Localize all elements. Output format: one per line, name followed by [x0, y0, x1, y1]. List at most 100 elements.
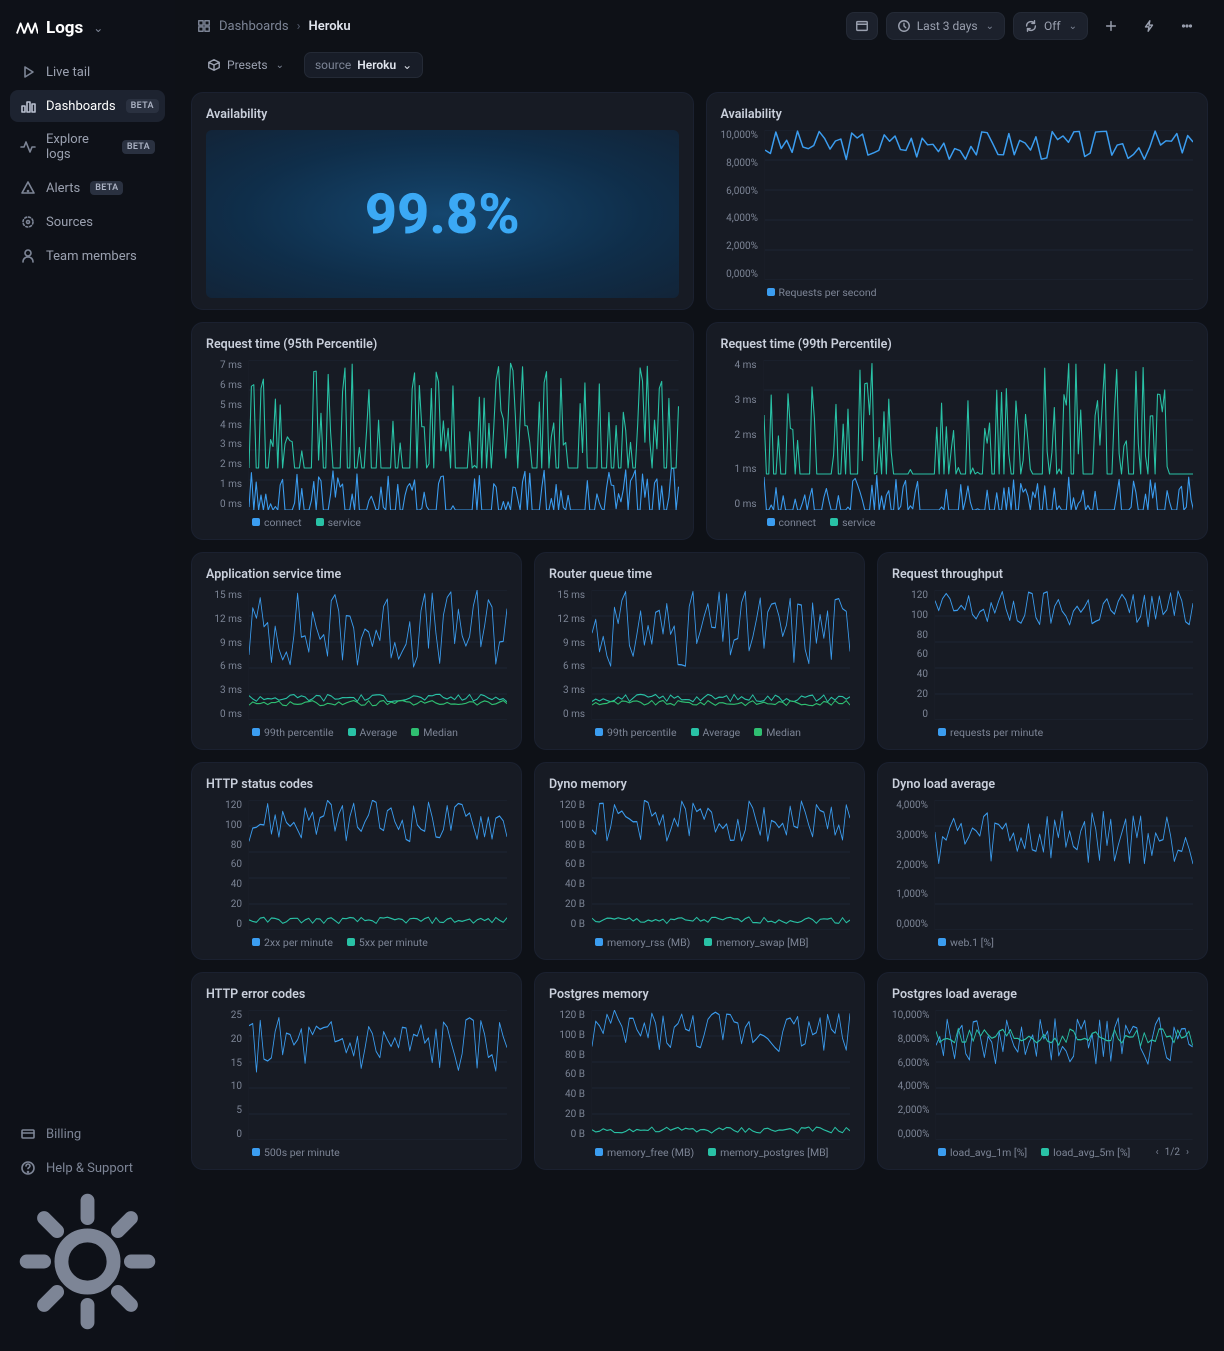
card-request-time-99[interactable]: Request time (99th Percentile) 4 ms3 ms2…: [706, 322, 1209, 540]
plot-area: [934, 590, 1193, 720]
sidebar-item-explore-logs[interactable]: Explore logs BETA: [10, 124, 165, 170]
refresh-label: Off: [1044, 19, 1061, 33]
legend: load_avg_1m [%]load_avg_5m [%] ‹ 1/2 ›: [892, 1146, 1193, 1159]
y-axis: 15 ms12 ms9 ms6 ms3 ms0 ms: [206, 590, 248, 720]
sidebar-item-dashboards[interactable]: Dashboards BETA: [10, 90, 165, 122]
chevron-right-icon[interactable]: ›: [1186, 1147, 1189, 1158]
card-request-time-95[interactable]: Request time (95th Percentile) 7 ms6 ms5…: [191, 322, 694, 540]
card-icon: [20, 1126, 36, 1142]
sidebar-item-sources[interactable]: Sources: [10, 206, 165, 238]
y-axis: 120100806040200: [206, 800, 248, 930]
page-indicator: 1/2: [1165, 1147, 1180, 1158]
plus-icon: [1104, 19, 1118, 33]
card-dyno-memory[interactable]: Dyno memory 120 B100 B80 B60 B40 B20 B0 …: [534, 762, 865, 960]
alert-icon: [20, 180, 36, 196]
card-availability-chart[interactable]: Availability 10,000%8,000%6,000%4,000%2,…: [706, 92, 1209, 310]
plot-area: [935, 1010, 1193, 1140]
sidebar-item-label: Help & Support: [46, 1161, 133, 1176]
time-range-button[interactable]: Last 3 days⌄: [886, 12, 1005, 40]
sidebar-item-label: Alerts: [46, 181, 80, 196]
theme-toggle[interactable]: [10, 1186, 165, 1341]
more-button[interactable]: [1172, 13, 1202, 39]
plot-area: [591, 1010, 850, 1140]
sidebar-item-billing[interactable]: Billing: [10, 1118, 165, 1150]
subbar: Presets ⌄ source Heroku ⌄: [175, 40, 1224, 92]
filter-key: source: [315, 58, 351, 72]
sidebar-item-help[interactable]: Help & Support: [10, 1152, 165, 1184]
chart: 15 ms12 ms9 ms6 ms3 ms0 ms: [206, 590, 507, 720]
card-postgres-load[interactable]: Postgres load average 10,000%8,000%6,000…: [877, 972, 1208, 1170]
card-title: HTTP status codes: [206, 777, 507, 792]
y-axis: 120 B100 B80 B60 B40 B20 B0 B: [549, 1010, 591, 1140]
sidebar-item-team-members[interactable]: Team members: [10, 240, 165, 272]
breadcrumb-root[interactable]: Dashboards: [219, 19, 289, 34]
card-postgres-memory[interactable]: Postgres memory 120 B100 B80 B60 B40 B20…: [534, 972, 865, 1170]
plot-area: [591, 800, 850, 930]
legend: web.1 [%]: [892, 936, 1193, 949]
sidebar-item-label: Live tail: [46, 65, 90, 80]
card-title: Router queue time: [549, 567, 850, 582]
y-axis: 4,000%3,000%2,000%1,000%0,000%: [892, 800, 934, 930]
card-title: Postgres memory: [549, 987, 850, 1002]
card-http-status[interactable]: HTTP status codes 120100806040200 2xx pe…: [191, 762, 522, 960]
sidebar-bottom: Billing Help & Support: [10, 1118, 165, 1341]
play-icon: [20, 64, 36, 80]
workspace-switcher[interactable]: Logs ⌄: [10, 14, 165, 56]
card-app-service-time[interactable]: Application service time 15 ms12 ms9 ms6…: [191, 552, 522, 750]
card-availability-big[interactable]: Availability 99.8%: [191, 92, 694, 310]
card-router-queue-time[interactable]: Router queue time 15 ms12 ms9 ms6 ms3 ms…: [534, 552, 865, 750]
chevron-down-icon: ⌄: [276, 60, 284, 71]
legend: memory_rss (MB)memory_swap [MB]: [549, 936, 850, 949]
flash-button[interactable]: [1134, 13, 1164, 39]
sidebar-item-live-tail[interactable]: Live tail: [10, 56, 165, 88]
card-request-throughput[interactable]: Request throughput 120100806040200 reque…: [877, 552, 1208, 750]
beta-badge: BETA: [126, 99, 159, 113]
chart: 15 ms12 ms9 ms6 ms3 ms0 ms: [549, 590, 850, 720]
legend-pager[interactable]: ‹ 1/2 ›: [1156, 1147, 1189, 1158]
chart: 10,000%8,000%6,000%4,000%2,000%0,000%: [892, 1010, 1193, 1140]
plot-area: [591, 590, 850, 720]
auto-refresh-button[interactable]: Off⌄: [1013, 12, 1088, 40]
card-title: HTTP error codes: [206, 987, 507, 1002]
chart: 120 B100 B80 B60 B40 B20 B0 B: [549, 1010, 850, 1140]
y-axis: 2520151050: [206, 1010, 248, 1140]
plot-area: [763, 360, 1194, 510]
clock-icon: [897, 19, 911, 33]
sidebar-item-alerts[interactable]: Alerts BETA: [10, 172, 165, 204]
layout-button[interactable]: [846, 12, 878, 40]
dashboard-grid: Availability 99.8% Availability 10,000%8…: [191, 92, 1208, 1170]
add-panel-button[interactable]: [1096, 13, 1126, 39]
y-axis: 10,000%8,000%6,000%4,000%2,000%0,000%: [892, 1010, 935, 1140]
card-dyno-load[interactable]: Dyno load average 4,000%3,000%2,000%1,00…: [877, 762, 1208, 960]
plot-area: [248, 360, 679, 510]
beta-badge: BETA: [122, 140, 155, 154]
card-title: Availability: [206, 107, 679, 122]
breadcrumb-current: Heroku: [309, 19, 351, 34]
legend: 99th percentileAverageMedian: [206, 726, 507, 739]
sidebar: Logs ⌄ Live tail Dashboards BETA Explore…: [0, 0, 175, 1351]
help-icon: [20, 1160, 36, 1176]
dashboard-icon: [197, 19, 211, 33]
filter-value: Heroku: [357, 58, 396, 72]
presets-button[interactable]: Presets ⌄: [197, 52, 294, 78]
chevron-down-icon: ⌄: [402, 58, 412, 72]
card-title: Postgres load average: [892, 987, 1193, 1002]
pulse-icon: [20, 139, 36, 155]
chart: 4 ms3 ms2 ms1 ms0 ms: [721, 360, 1194, 510]
plot-area: [248, 1010, 507, 1140]
y-axis: 120 B100 B80 B60 B40 B20 B0 B: [549, 800, 591, 930]
chart: 120 B100 B80 B60 B40 B20 B0 B: [549, 800, 850, 930]
target-icon: [20, 214, 36, 230]
filter-chip[interactable]: source Heroku ⌄: [304, 52, 423, 78]
brand-name: Logs: [46, 18, 83, 38]
sidebar-item-label: Explore logs: [46, 132, 112, 162]
breadcrumb: Dashboards › Heroku: [197, 19, 351, 34]
card-title: Availability: [721, 107, 1194, 122]
primary-nav: Live tail Dashboards BETA Explore logs B…: [10, 56, 165, 272]
chevron-down-icon: ⌄: [986, 21, 994, 32]
presets-label: Presets: [227, 58, 268, 72]
chevron-down-icon: ⌄: [93, 21, 103, 35]
legend: memory_free (MB)memory_postgres [MB]: [549, 1146, 850, 1159]
chevron-left-icon[interactable]: ‹: [1156, 1147, 1159, 1158]
card-http-error[interactable]: HTTP error codes 2520151050 500s per min…: [191, 972, 522, 1170]
